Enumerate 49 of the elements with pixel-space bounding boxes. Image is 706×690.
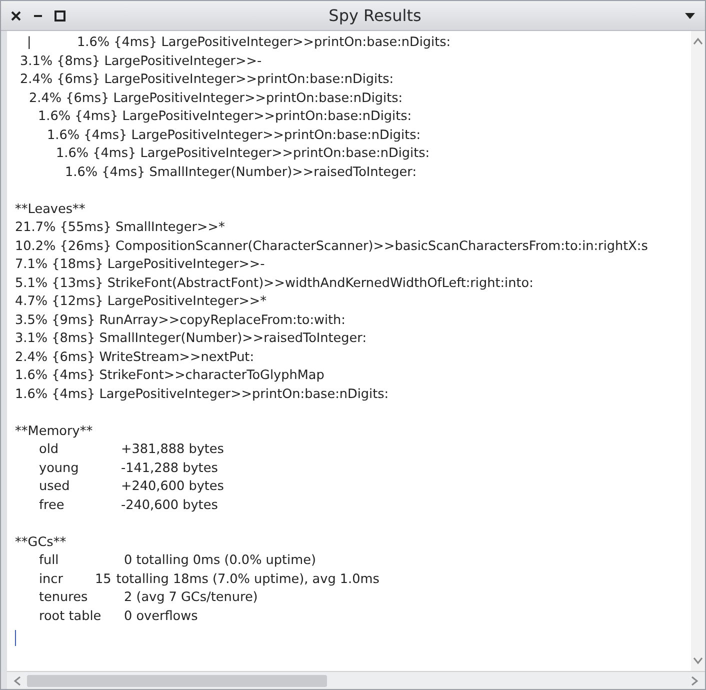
- gc-label: full: [39, 552, 60, 570]
- tree-marker: |: [27, 34, 32, 52]
- tally-line: 2.4% {6ms} LargePositiveInteger>>printOn:base:nDigits:: [29, 90, 403, 106]
- section-heading: **Leaves**: [15, 202, 86, 216]
- text-cursor: [15, 630, 16, 646]
- memory-label: young: [39, 460, 80, 478]
- tally-line: 1.6% {4ms} LargePositiveInteger>>printOn:base:nDigits:: [56, 146, 430, 161]
- leaf-line: 21.7% {55ms} SmallInteger>>*: [15, 220, 225, 235]
- memory-label: used: [39, 478, 71, 496]
- gc-value: 2 (avg 7 GCs/tenure): [124, 589, 258, 607]
- leaf-line: 1.6% {4ms} LargePositiveInteger>>printOn:base:nDigits:: [15, 386, 389, 402]
- memory-value: -141,288 bytes: [121, 460, 219, 478]
- caret-icon[interactable]: [685, 12, 695, 20]
- window-title: Spy Results: [328, 6, 422, 25]
- gc-label: incr: [39, 570, 64, 588]
- section-heading: **GCs**: [15, 534, 66, 550]
- memory-value: +240,600 bytes: [121, 478, 225, 496]
- memory-label: free: [39, 496, 66, 514]
- leaf-line: 2.4% {6ms} WriteStream>>nextPut:: [15, 350, 254, 364]
- gc-value: totalling 18ms (7.0% uptime), avg 1.0ms: [116, 570, 380, 588]
- gc-value: 0 overflows: [124, 608, 198, 626]
- memory-value: -240,600 bytes: [121, 496, 219, 514]
- leaf-line: 10.2% {26ms} CompositionScanner(CharacterScanner)>>basicScanCharactersFrom:to:in:rightX:s: [15, 238, 648, 254]
- gc-count: 15: [95, 570, 112, 588]
- memory-value: +381,888 bytes: [121, 441, 225, 459]
- section-heading: **Memory**: [15, 424, 93, 438]
- tally-line: 3.1% {8ms} LargePositiveInteger>>-: [20, 54, 262, 68]
- vertical-scrollbar[interactable]: [691, 31, 705, 671]
- tally-line: 1.6% {4ms} SmallInteger(Number)>>raisedToInteger:: [65, 164, 417, 180]
- gc-label: root table: [39, 608, 102, 626]
- scroll-thumb[interactable]: [27, 674, 327, 686]
- scroll-up-icon[interactable]: [693, 37, 703, 45]
- tally-line: 1.6% {4ms} LargePositiveInteger>>printOn:base:nDigits:: [47, 128, 421, 142]
- leaf-line: 3.5% {9ms} RunArray>>copyReplaceFrom:to:with:: [15, 312, 346, 328]
- tally-line: 1.6% {4ms} LargePositiveInteger>>printOn:base:nDigits:: [77, 34, 451, 52]
- tally-line: 1.6% {4ms} LargePositiveInteger>>printOn:base:nDigits:: [38, 109, 412, 124]
- leaf-line: 5.1% {13ms} StrikeFont(AbstractFont)>>widthAndKernedWidthOfLeft:right:into:: [15, 276, 534, 290]
- gc-label: tenures: [39, 589, 89, 607]
- leaf-line: 4.7% {12ms} LargePositiveInteger>>*: [15, 294, 267, 309]
- tally-line: 2.4% {6ms} LargePositiveInteger>>printOn:base:nDigits:: [20, 72, 394, 87]
- scroll-right-icon[interactable]: [691, 676, 699, 686]
- gc-value: 0 totalling 0ms (0.0% uptime): [124, 552, 316, 570]
- scroll-down-icon[interactable]: [693, 657, 703, 665]
- leaf-line: 1.6% {4ms} StrikeFont>>characterToGlyphMap: [15, 368, 324, 383]
- scroll-left-icon[interactable]: [13, 676, 21, 686]
- leaf-line: 3.1% {8ms} SmallInteger(Number)>>raisedToInteger:: [15, 331, 367, 346]
- leaf-line: 7.1% {18ms} LargePositiveInteger>>-: [15, 257, 265, 272]
- memory-label: old: [39, 441, 60, 459]
- horizontal-scrollbar[interactable]: [7, 671, 705, 689]
